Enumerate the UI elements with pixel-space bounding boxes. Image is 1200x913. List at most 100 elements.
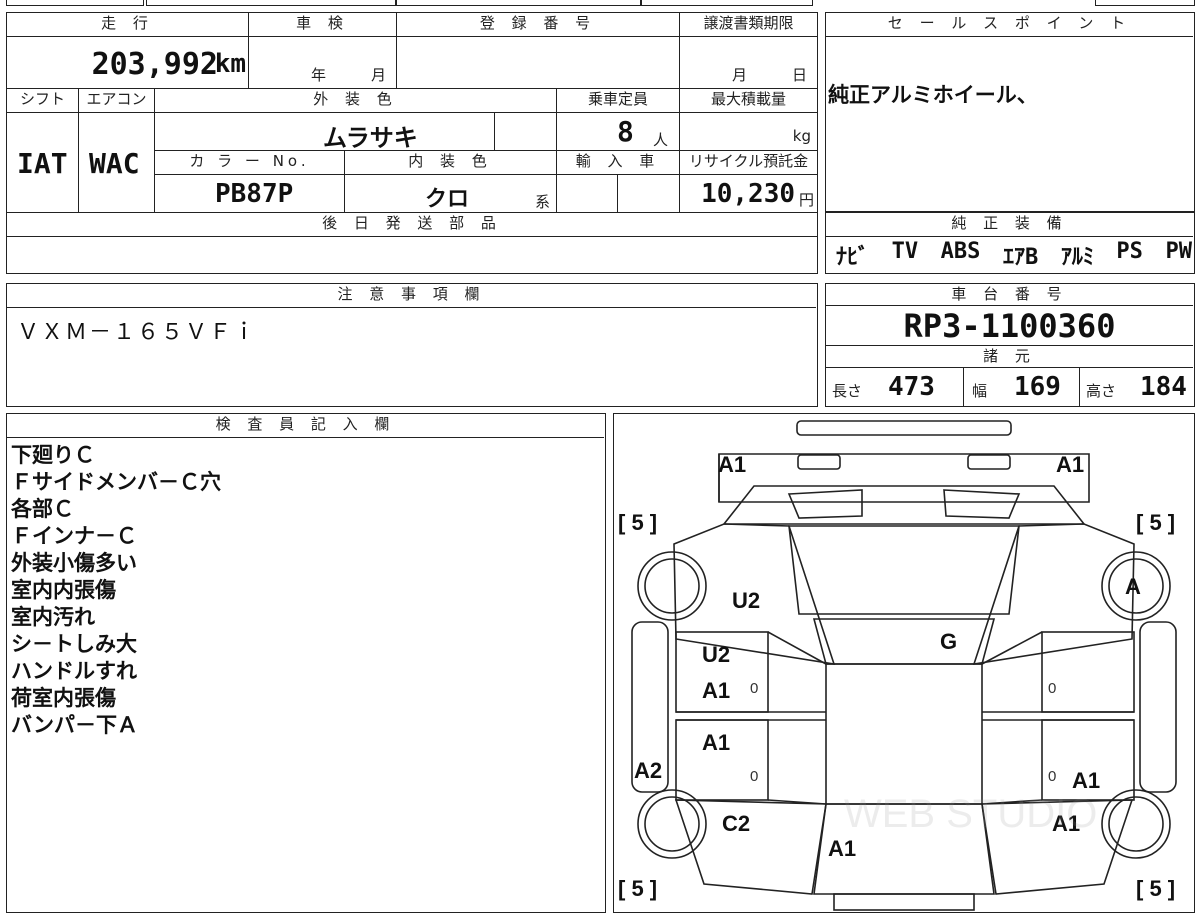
- height-cell: 高さ 184: [1080, 368, 1193, 406]
- max-load-cell: kg: [680, 113, 817, 151]
- spec-block: 走 行 車 検 登 録 番 号 譲渡書類期限 203,992 km 年 月 月 …: [6, 12, 818, 274]
- shift-cell: IAT: [7, 113, 79, 213]
- height-value: 184: [1140, 372, 1187, 402]
- mark-front-door-left-u2: U2: [702, 642, 731, 667]
- color-no-header: カ ラ ー No.: [155, 151, 345, 175]
- chassis-number: RP3-1100360: [903, 307, 1116, 345]
- mileage-cell: 203,992 km: [7, 37, 249, 89]
- chassis-header: 車 台 番 号: [826, 284, 1193, 306]
- sales-point-block: セ ー ル ス ポ イ ン ト 純正アルミホイール、: [825, 12, 1195, 212]
- mark-windshield: G: [940, 629, 958, 654]
- interior-color-header: 内 装 色: [345, 151, 557, 175]
- equipment-list: ﾅﾋﾞ TV ABS ｴｱB ｱﾙﾐ PS PW: [836, 239, 1192, 271]
- damage-diagram: A1 A1 [ 5 ] [ 5 ] U2 G A U2 A1 0 0 A1 A2…: [613, 413, 1195, 913]
- aircon-header: エアコン: [79, 89, 155, 113]
- color-no-value: PB87P: [215, 179, 294, 209]
- chassis-block: 車 台 番 号 RP3-1100360 諸 元 長さ 473 幅 169 高さ …: [825, 283, 1195, 407]
- transfer-deadline-cell: 月 日: [680, 37, 817, 89]
- notes-text: ＶＸＭ－１６５ＶＦｉ: [17, 320, 258, 345]
- mileage-header: 走 行: [7, 13, 249, 37]
- length-value: 473: [888, 372, 935, 402]
- length-label: 長さ: [832, 382, 863, 400]
- inspector-line: Ｆサイドメンバ－Ｃ穴: [11, 470, 221, 494]
- interior-suffix: 系: [535, 193, 551, 211]
- inspector-line: 室内内張傷: [11, 578, 116, 602]
- equipment-item-abs: ABS: [940, 239, 981, 264]
- interior-color-value: クロ: [425, 187, 470, 212]
- equipment-item-ps: PS: [1116, 239, 1143, 264]
- later-parts-header: 後 日 発 送 部 品: [7, 213, 817, 237]
- notes-block: 注 意 事 項 欄 ＶＸＭ－１６５ＶＦｉ: [6, 283, 818, 407]
- top-strip-1: [6, 0, 144, 6]
- mark-front-left: A1: [718, 452, 747, 477]
- height-label: 高さ: [1086, 382, 1117, 400]
- inspector-line: バンパ－下Ａ: [11, 713, 139, 737]
- mark-rear-door-left: A1: [702, 730, 731, 755]
- recycle-unit: 円: [798, 191, 814, 209]
- zero-mark: 0: [750, 680, 759, 697]
- top-strip-5: [1095, 0, 1195, 6]
- tire-front-left: [ 5 ]: [618, 510, 658, 535]
- equipment-block: 純 正 装 備 ﾅﾋﾞ TV ABS ｴｱB ｱﾙﾐ PS PW: [825, 212, 1195, 274]
- transfer-month: 月: [732, 66, 748, 84]
- color-no-cell: PB87P: [155, 175, 345, 213]
- mark-left-fender: U2: [732, 588, 761, 613]
- sales-point-text: 純正アルミホイール、: [828, 83, 1038, 107]
- shift-header: シフト: [7, 89, 79, 113]
- inspection-header: 車 検: [249, 13, 397, 37]
- mileage-unit: km: [214, 49, 246, 79]
- inspector-lines: 下廻りＣ Ｆサイドメンバ－Ｃ穴 各部Ｃ Ｆインナ－Ｃ 外装小傷多い 室内内張傷 …: [11, 442, 221, 739]
- tire-rear-left: [ 5 ]: [618, 876, 658, 901]
- width-label: 幅: [972, 382, 988, 400]
- inspector-block: 検 査 員 記 入 欄 下廻りＣ Ｆサイドメンバ－Ｃ穴 各部Ｃ Ｆインナ－Ｃ 外…: [6, 413, 606, 913]
- top-strip-2: [146, 0, 396, 6]
- aircon-cell: WAC: [79, 113, 155, 213]
- tire-front-right: [ 5 ]: [1136, 510, 1176, 535]
- aircon-value: WAC: [89, 147, 140, 180]
- mark-front-right: A1: [1056, 452, 1085, 477]
- inspector-header: 検 査 員 記 入 欄: [7, 414, 604, 438]
- equipment-item-airbag: ｴｱB: [1003, 245, 1039, 270]
- inspection-year: 年: [311, 66, 327, 84]
- exterior-color-value: ムラサキ: [323, 124, 418, 151]
- watermark: WEB STUDIO: [844, 792, 1098, 836]
- equipment-header: 純 正 装 備: [826, 213, 1193, 237]
- equipment-item-pw: PW: [1165, 239, 1193, 264]
- mark-right-front-wheel: A: [1125, 574, 1141, 599]
- recycle-header: リサイクル預託金: [680, 151, 817, 175]
- inspector-line: 荷室内張傷: [11, 686, 116, 710]
- dims-header: 諸 元: [826, 346, 1193, 368]
- mark-front-door-left-a1: A1: [702, 678, 731, 703]
- inspection-month: 月: [371, 66, 387, 84]
- equipment-item-alloy: ｱﾙﾐ: [1060, 245, 1094, 270]
- import-cell-b: [618, 175, 680, 213]
- width-value: 169: [1014, 372, 1061, 402]
- shift-value: IAT: [17, 147, 68, 180]
- capacity-unit: 人: [653, 131, 669, 149]
- inspector-line: 下廻りＣ: [11, 443, 95, 467]
- mileage-value: 203,992: [91, 47, 218, 82]
- transfer-day: 日: [792, 66, 808, 84]
- recycle-cell: 10,230 円: [680, 175, 817, 213]
- mark-rear-quarter-left: C2: [722, 811, 751, 836]
- registration-header: 登 録 番 号: [397, 13, 680, 37]
- equipment-item-tv: TV: [891, 239, 919, 264]
- sales-point-header: セ ー ル ス ポ イ ン ト: [826, 13, 1193, 37]
- later-parts-cell: [7, 237, 817, 273]
- zero-mark: 0: [1048, 768, 1057, 785]
- interior-color-cell: クロ 系: [345, 175, 557, 213]
- zero-mark: 0: [1048, 680, 1057, 697]
- import-header: 輸 入 車: [557, 151, 680, 175]
- top-strip-4: [641, 0, 813, 6]
- mark-rear-center: A1: [828, 836, 857, 861]
- tire-rear-right: [ 5 ]: [1136, 876, 1176, 901]
- exterior-color-header: 外 装 色: [155, 89, 557, 113]
- length-cell: 長さ 473: [826, 368, 964, 406]
- mark-rocker-left: A2: [634, 758, 663, 783]
- exterior-color-cell: ムラサキ: [155, 113, 495, 151]
- top-strip-3: [396, 0, 641, 6]
- registration-cell: [397, 37, 680, 89]
- chassis-cell: RP3-1100360: [826, 306, 1193, 346]
- inspector-line: 各部Ｃ: [11, 497, 74, 521]
- transfer-deadline-header: 譲渡書類期限: [680, 13, 817, 37]
